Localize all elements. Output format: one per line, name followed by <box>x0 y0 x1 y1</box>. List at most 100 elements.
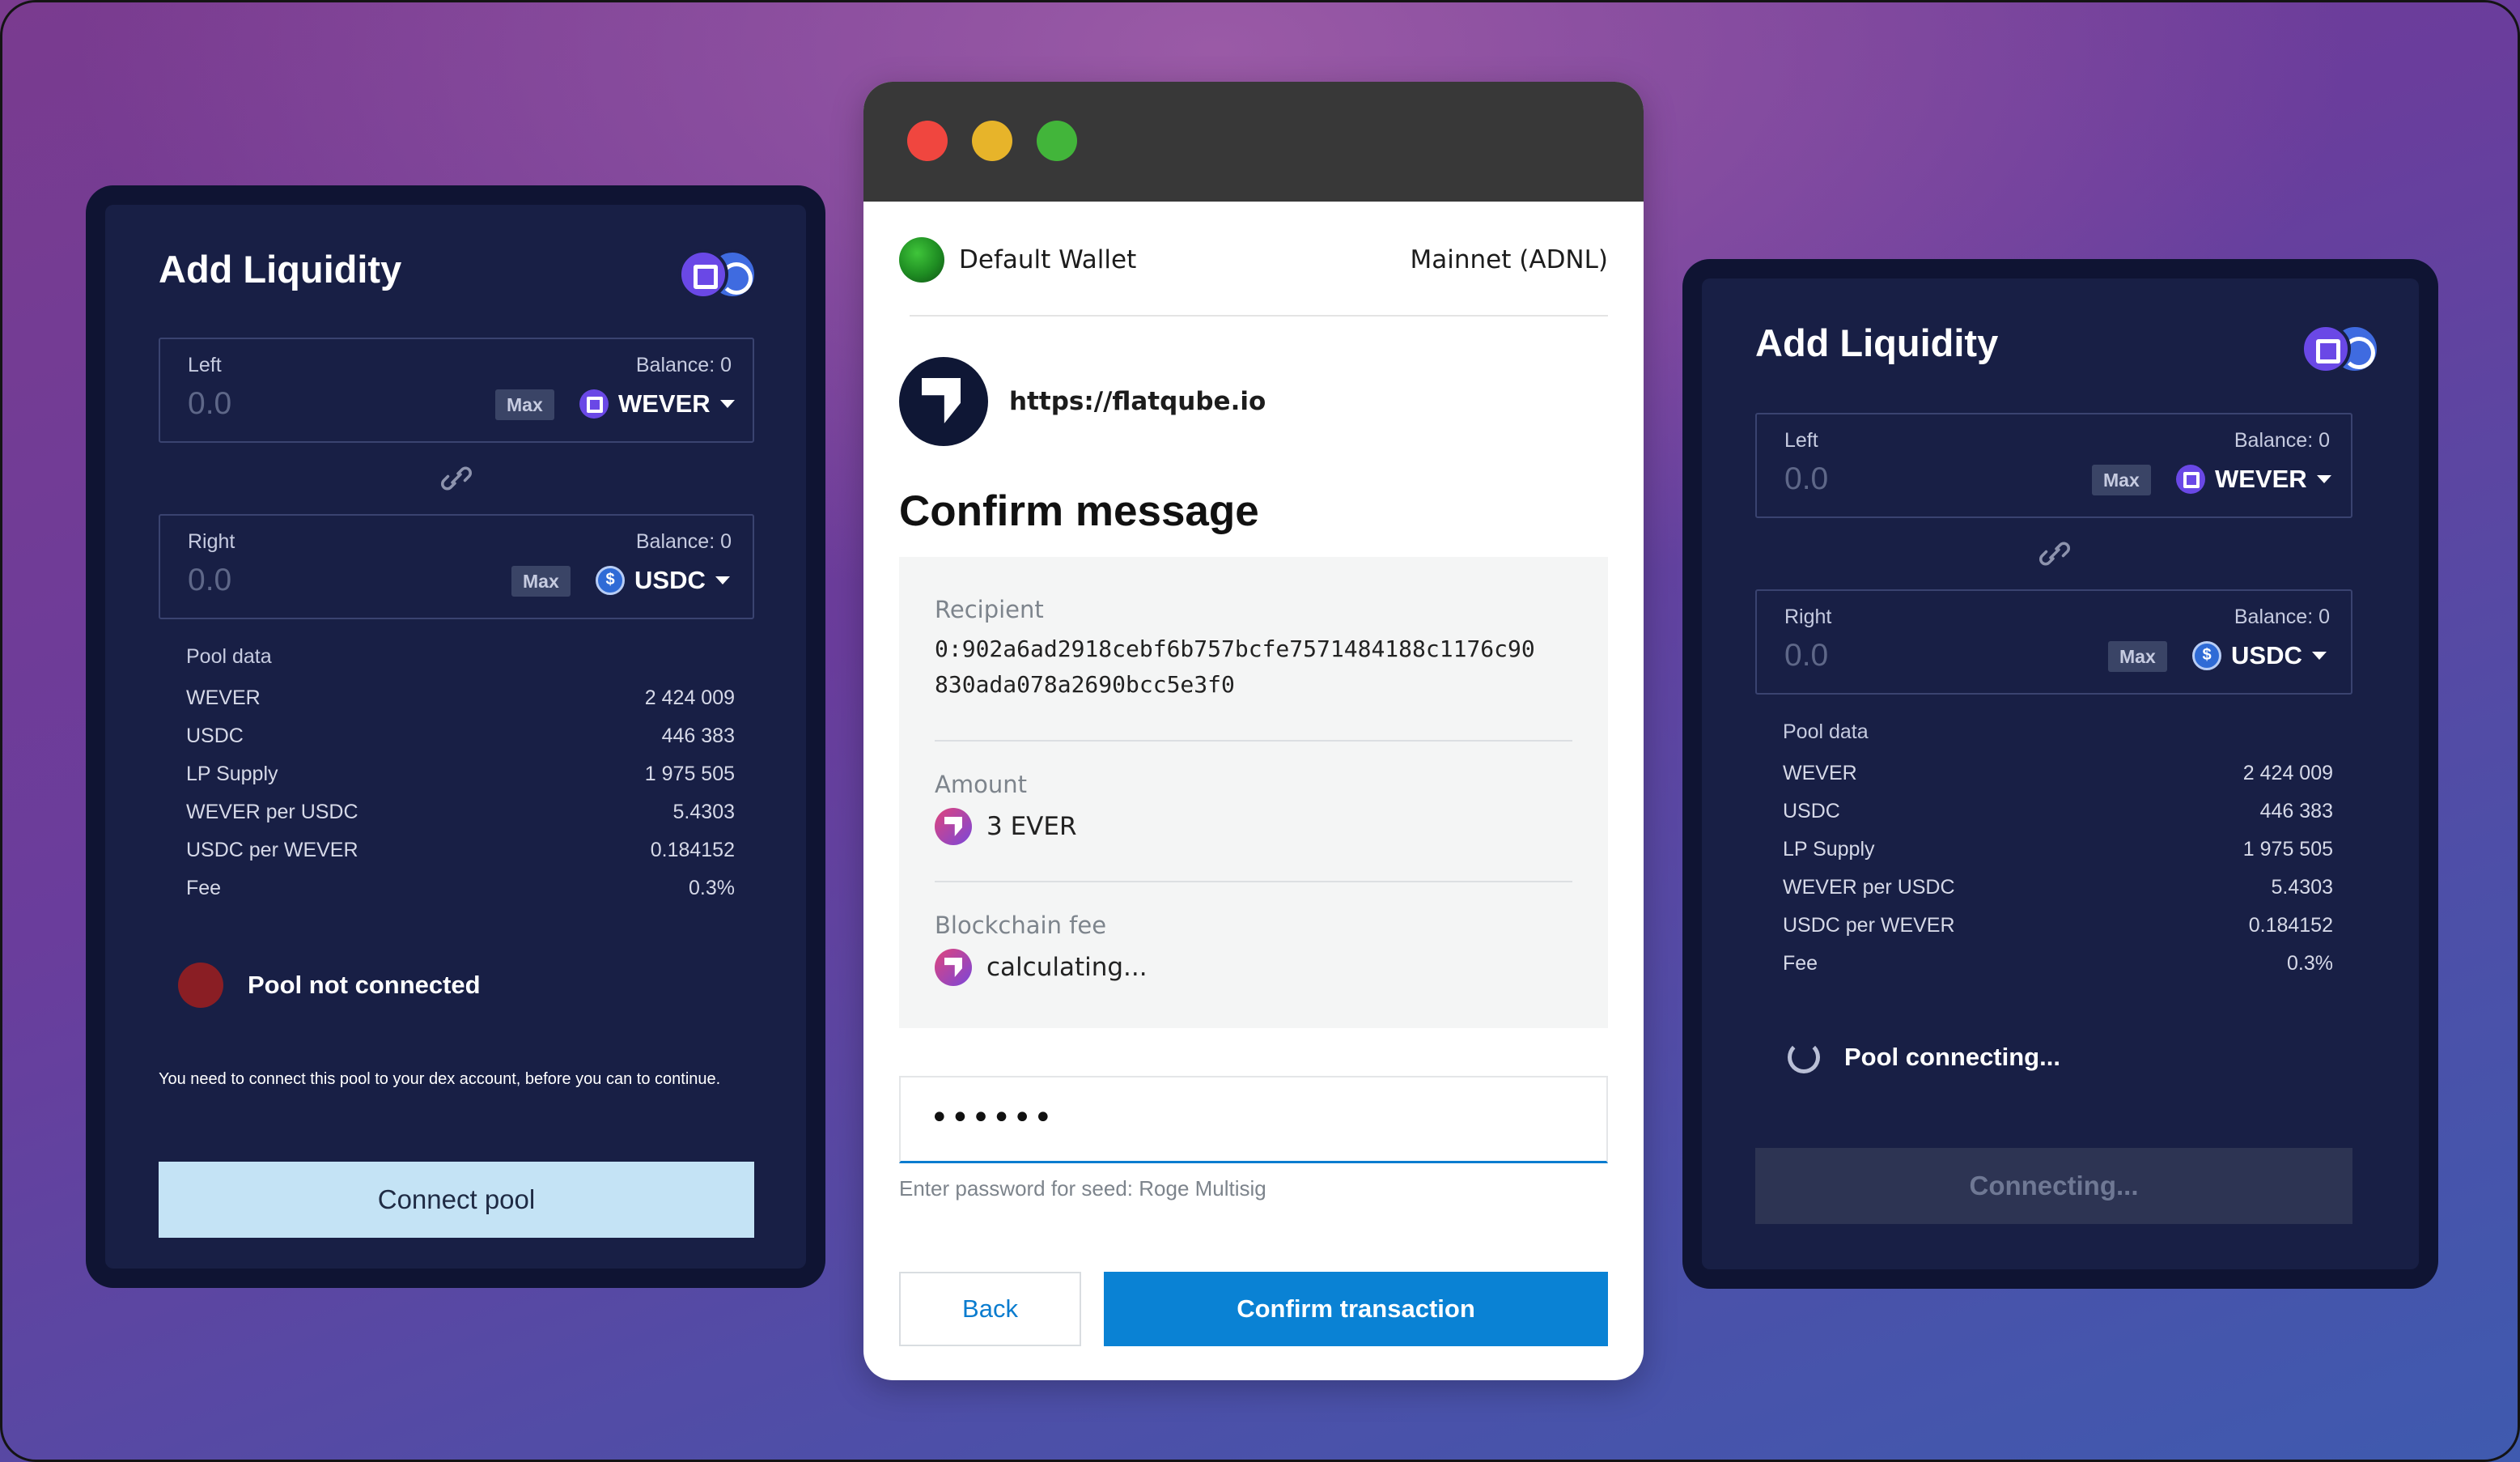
left-field-balance: Balance: 0 <box>2234 429 2330 452</box>
divider <box>935 740 1572 742</box>
recipient-address-line: 0:902a6ad2918cebf6b757bcfe7571484188c117… <box>935 635 1535 662</box>
right-amount-input[interactable]: 0.0 <box>188 563 231 598</box>
back-button[interactable]: Back <box>899 1272 1081 1346</box>
pool-row: WEVER 2 424 009 <box>186 686 735 725</box>
pool-status: Pool connecting... <box>1788 1041 2060 1073</box>
usdc-icon <box>596 566 625 595</box>
divider <box>910 315 1608 317</box>
wallet-confirm-window: Default Wallet Mainnet (ADNL) https://fl… <box>863 82 1644 1380</box>
pool-row: LP Supply 1 975 505 <box>186 763 735 801</box>
pool-value: 446 383 <box>2259 800 2333 822</box>
status-dot-icon <box>178 963 223 1008</box>
link-icon[interactable] <box>2037 536 2072 572</box>
spinner-icon <box>1788 1041 1820 1073</box>
panel-body: Add Liquidity Left Balance: 0 0.0 Max WE… <box>1702 278 2419 1269</box>
pool-value: 1 975 505 <box>644 763 735 785</box>
right-amount-input[interactable]: 0.0 <box>1784 638 1828 674</box>
left-token-field[interactable]: Left Balance: 0 0.0 Max WEVER <box>159 338 754 443</box>
right-token-selector[interactable]: USDC <box>2192 638 2327 674</box>
left-amount-input[interactable]: 0.0 <box>1784 461 1828 497</box>
pool-value: 0.184152 <box>650 839 735 861</box>
pool-value: 0.3% <box>689 877 735 899</box>
right-token-name: USDC <box>634 566 706 594</box>
minimize-window-button[interactable] <box>972 121 1012 161</box>
pool-data-header: Pool data <box>186 645 272 668</box>
right-field-label: Right <box>1784 606 1832 628</box>
left-amount-input[interactable]: 0.0 <box>188 386 231 422</box>
wever-usdc-pair-icon <box>678 249 757 300</box>
amount-label: Amount <box>935 771 1027 798</box>
right-token-name: USDC <box>2231 641 2302 669</box>
ever-icon <box>935 808 972 845</box>
connect-pool-button[interactable]: Connect pool <box>159 1162 754 1238</box>
pool-data-header: Pool data <box>1783 720 1869 743</box>
amount-text: 3 EVER <box>986 812 1077 841</box>
left-token-name: WEVER <box>618 389 711 418</box>
password-hint: Enter password for seed: Roge Multisig <box>899 1176 1266 1201</box>
connecting-button[interactable]: Connecting... <box>1755 1148 2352 1224</box>
pool-key: WEVER <box>1783 762 1857 784</box>
pool-row: USDC per WEVER 0.184152 <box>1783 914 2333 952</box>
pool-data: Pool data WEVER 2 424 009 USDC 446 383 LP … <box>186 645 735 915</box>
fee-value: calculating... <box>935 949 1572 986</box>
fee-section: Blockchain fee calculating... <box>935 912 1572 986</box>
password-input[interactable]: •••••• <box>899 1076 1608 1163</box>
right-field-balance: Balance: 0 <box>2234 606 2330 628</box>
right-token-field[interactable]: Right Balance: 0 0.0 Max USDC <box>1755 589 2352 695</box>
pool-key: LP Supply <box>1783 838 1875 861</box>
wever-icon <box>2176 465 2205 494</box>
confirm-transaction-button[interactable]: Confirm transaction <box>1104 1272 1608 1346</box>
pool-key: USDC per WEVER <box>186 839 358 861</box>
right-max-button[interactable]: Max <box>2108 641 2167 672</box>
wallet-name: Default Wallet <box>959 245 1137 274</box>
wallet-header: Default Wallet Mainnet (ADNL) <box>899 232 1608 287</box>
pool-key: USDC <box>1783 800 1840 822</box>
fee-text: calculating... <box>986 953 1148 982</box>
ever-icon <box>935 949 972 986</box>
recipient-address-line: 830ada078a2690bcc5e3f0 <box>935 671 1235 698</box>
add-liquidity-panel-left: Add Liquidity Left Balance: 0 0.0 Max WE… <box>86 185 825 1288</box>
pool-key: USDC per WEVER <box>1783 914 1955 937</box>
close-window-button[interactable] <box>907 121 948 161</box>
pool-row: USDC 446 383 <box>186 725 735 763</box>
pool-key: Fee <box>186 877 222 899</box>
site-origin: https://flatqube.io <box>899 357 1266 446</box>
pool-value: 1 975 505 <box>2242 838 2333 861</box>
left-field-label: Left <box>188 354 222 376</box>
link-icon[interactable] <box>439 461 474 496</box>
left-field-balance: Balance: 0 <box>635 354 732 376</box>
pool-value: 5.4303 <box>672 801 735 823</box>
chevron-down-icon <box>719 400 735 408</box>
left-token-selector[interactable]: WEVER <box>2176 461 2331 497</box>
wever-icon <box>579 389 609 419</box>
pool-row: WEVER per USDC 5.4303 <box>186 801 735 839</box>
right-token-selector[interactable]: USDC <box>596 563 730 598</box>
chevron-down-icon <box>2311 652 2327 660</box>
panel-title: Add Liquidity <box>1755 321 1999 364</box>
recipient-address: 0:902a6ad2918cebf6b757bcfe7571484188c117… <box>935 631 1572 703</box>
fee-label: Blockchain fee <box>935 912 1107 939</box>
pool-value: 5.4303 <box>2271 876 2333 899</box>
pool-key: LP Supply <box>186 763 278 785</box>
transaction-details: Recipient 0:902a6ad2918cebf6b757bcfe7571… <box>899 557 1608 1028</box>
right-token-field[interactable]: Right Balance: 0 0.0 Max USDC <box>159 514 754 619</box>
divider <box>935 881 1572 882</box>
wallet-account[interactable]: Default Wallet <box>899 237 1136 283</box>
recipient-label: Recipient <box>935 596 1044 623</box>
recipient-section: Recipient 0:902a6ad2918cebf6b757bcfe7571… <box>935 596 1572 703</box>
pool-row: WEVER per USDC 5.4303 <box>1783 876 2333 914</box>
wever-usdc-pair-icon <box>2301 324 2380 374</box>
window-titlebar <box>863 82 1644 202</box>
left-token-selector[interactable]: WEVER <box>579 386 735 422</box>
pool-value: 0.184152 <box>2248 914 2333 937</box>
right-max-button[interactable]: Max <box>511 566 571 597</box>
maximize-window-button[interactable] <box>1037 121 1077 161</box>
left-max-button[interactable]: Max <box>2092 465 2151 495</box>
chevron-down-icon <box>2316 475 2331 483</box>
left-max-button[interactable]: Max <box>495 389 554 420</box>
pool-key: WEVER per USDC <box>186 801 358 823</box>
left-token-field[interactable]: Left Balance: 0 0.0 Max WEVER <box>1755 413 2352 518</box>
wallet-avatar-icon <box>899 237 944 283</box>
network-label[interactable]: Mainnet (ADNL) <box>1411 245 1608 274</box>
site-url: https://flatqube.io <box>1009 387 1266 416</box>
